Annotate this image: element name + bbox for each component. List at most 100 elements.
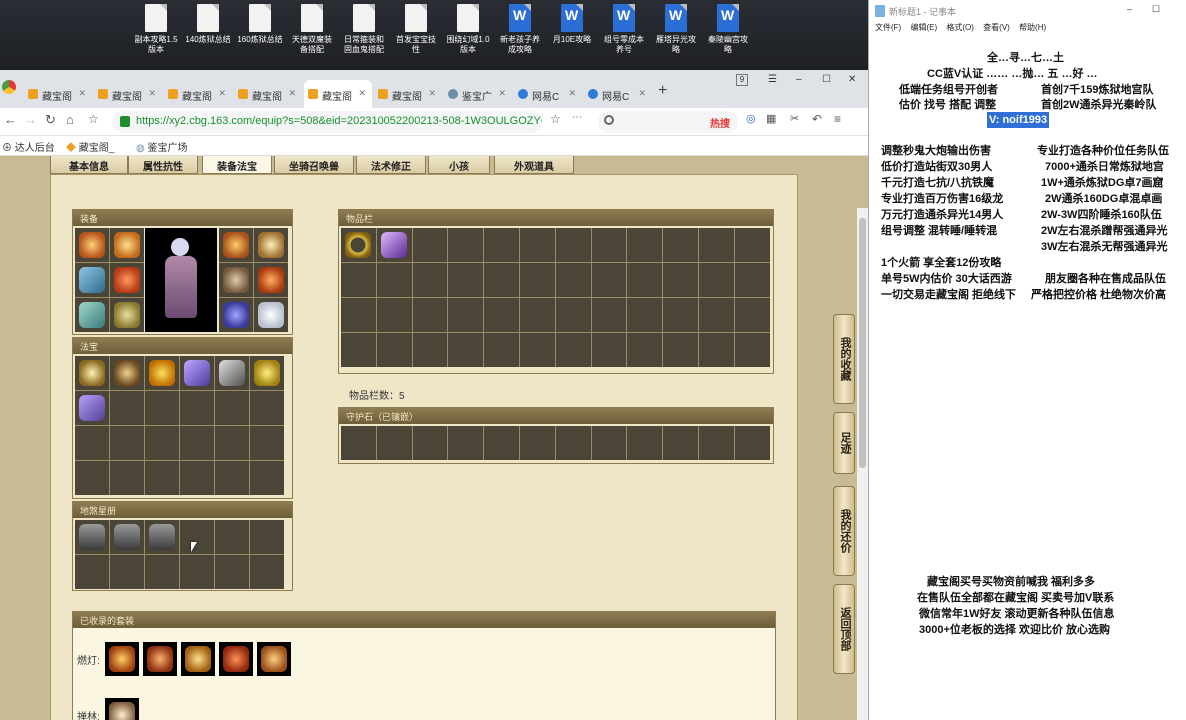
inventory-slot[interactable] — [519, 228, 555, 262]
fabao-slot[interactable] — [110, 356, 144, 390]
guard-stone-slot[interactable] — [555, 426, 591, 460]
extension-icon[interactable]: ◎ — [746, 112, 756, 125]
desktop-file-icon[interactable]: 新老孩子养 成攻略 — [494, 4, 546, 55]
inventory-slot[interactable] — [627, 333, 663, 367]
inventory-slot[interactable] — [627, 228, 663, 262]
guard-stone-slot[interactable] — [448, 426, 484, 460]
bookmark-item[interactable]: ◍ 鉴宝广场 — [136, 139, 188, 154]
menu-file[interactable]: 文件(F) — [875, 23, 901, 32]
guard-stone-slot[interactable] — [663, 426, 698, 460]
menu-icon[interactable]: ≡ — [834, 112, 841, 126]
inventory-slot[interactable] — [519, 263, 555, 297]
fabao-slot[interactable] — [215, 356, 249, 390]
tab-list-icon[interactable]: ☰ — [768, 74, 777, 85]
bookmark-item[interactable]: ◆ 藏宝阁_ — [66, 139, 114, 154]
browser-tab[interactable]: 藏宝阁 ✕ — [94, 80, 162, 108]
inventory-slot[interactable] — [519, 298, 555, 332]
fabao-slot[interactable] — [250, 356, 284, 390]
close-tab-icon[interactable]: ✕ — [358, 88, 366, 99]
inventory-slot[interactable] — [663, 228, 698, 262]
fabao-slot[interactable] — [145, 426, 179, 460]
fabao-slot[interactable] — [110, 461, 144, 495]
set-item-slot[interactable] — [181, 642, 215, 676]
star-card-slot[interactable] — [250, 520, 284, 554]
desktop-file-icon[interactable]: 140炼狱总结 — [182, 4, 234, 45]
inventory-slot[interactable] — [519, 333, 555, 367]
new-tab-icon[interactable]: + — [658, 82, 667, 100]
desktop-file-icon[interactable]: 首发宝宝技 性 — [390, 4, 442, 55]
equip-slot[interactable] — [110, 263, 144, 297]
tab-child[interactable]: 小孩 — [428, 156, 490, 174]
minimize-icon[interactable]: – — [796, 74, 802, 85]
close-tab-icon[interactable]: ✕ — [498, 88, 506, 99]
inventory-slot[interactable] — [734, 333, 770, 367]
fabao-slot[interactable] — [110, 391, 144, 425]
guard-stone-slot[interactable] — [484, 426, 519, 460]
equip-slot[interactable] — [110, 298, 144, 332]
back-icon[interactable]: ← — [4, 112, 17, 127]
browser-tab[interactable]: 网易C ✕ — [584, 80, 652, 108]
equip-slot[interactable] — [75, 298, 109, 332]
desktop-file-icon[interactable]: 日常箍装和 固血鬼搭配 — [338, 4, 390, 55]
back-to-top-button[interactable]: 返回顶部 — [833, 584, 855, 674]
inventory-slot[interactable] — [412, 228, 448, 262]
menu-view[interactable]: 查看(V) — [983, 23, 1010, 32]
close-tab-icon[interactable]: ✕ — [288, 88, 296, 99]
inventory-slot[interactable] — [484, 298, 519, 332]
fabao-slot[interactable] — [75, 391, 109, 425]
inventory-slot[interactable] — [341, 298, 376, 332]
close-tab-icon[interactable]: ✕ — [568, 88, 576, 99]
inventory-slot[interactable] — [627, 298, 663, 332]
maximize-icon[interactable]: ☐ — [1152, 4, 1160, 15]
fabao-slot[interactable] — [180, 391, 214, 425]
star-card-slot[interactable] — [180, 555, 214, 589]
browser-logo-icon[interactable] — [2, 80, 16, 94]
equip-slot[interactable] — [75, 263, 109, 297]
tab-equipment[interactable]: 装备法宝 — [202, 156, 272, 174]
set-item-slot[interactable] — [219, 642, 253, 676]
guard-stone-slot[interactable] — [591, 426, 627, 460]
desktop-file-icon[interactable]: 围绕幻域1.0 版本 — [442, 4, 494, 55]
fabao-slot[interactable] — [250, 461, 284, 495]
undo-icon[interactable]: ↶ — [812, 112, 822, 126]
browser-tab[interactable]: 鉴宝广 ✕ — [444, 80, 512, 108]
equip-slot[interactable] — [254, 228, 288, 262]
menu-format[interactable]: 格式(O) — [946, 23, 974, 32]
fabao-slot[interactable] — [180, 426, 214, 460]
desktop-file-icon[interactable]: 月10E攻略 — [546, 4, 598, 45]
fabao-slot[interactable] — [250, 391, 284, 425]
inventory-slot[interactable] — [412, 333, 448, 367]
inventory-slot[interactable] — [448, 263, 484, 297]
minimize-icon[interactable]: – — [1127, 4, 1132, 14]
inventory-slot[interactable] — [698, 298, 734, 332]
star-card-slot[interactable] — [180, 520, 214, 554]
inventory-slot[interactable] — [627, 263, 663, 297]
menu-help[interactable]: 帮助(H) — [1019, 23, 1046, 32]
inventory-slot[interactable] — [698, 263, 734, 297]
inventory-slot[interactable] — [448, 333, 484, 367]
inventory-slot[interactable] — [341, 333, 376, 367]
fabao-slot[interactable] — [215, 461, 249, 495]
tab-count-badge[interactable]: 9 — [736, 74, 748, 86]
fabao-slot[interactable] — [215, 426, 249, 460]
close-tab-icon[interactable]: ✕ — [218, 88, 226, 99]
tab-attributes[interactable]: 属性抗性 — [128, 156, 198, 174]
fabao-slot[interactable] — [145, 391, 179, 425]
browser-tab-active[interactable]: 藏宝阁 ✕ — [304, 80, 372, 108]
inventory-slot[interactable] — [341, 228, 376, 262]
inventory-slot[interactable] — [412, 298, 448, 332]
inventory-slot[interactable] — [591, 263, 627, 297]
equip-slot[interactable] — [254, 263, 288, 297]
star-card-slot[interactable] — [110, 520, 144, 554]
inventory-slot[interactable] — [555, 263, 591, 297]
equip-slot[interactable] — [75, 228, 109, 262]
star-card-slot[interactable] — [110, 555, 144, 589]
guard-stone-slot[interactable] — [412, 426, 448, 460]
inventory-slot[interactable] — [734, 263, 770, 297]
fabao-slot[interactable] — [180, 356, 214, 390]
inventory-slot[interactable] — [412, 263, 448, 297]
close-tab-icon[interactable]: ✕ — [638, 88, 646, 99]
guard-stone-slot[interactable] — [734, 426, 770, 460]
forward-icon[interactable]: → — [24, 112, 37, 127]
inventory-slot[interactable] — [484, 263, 519, 297]
